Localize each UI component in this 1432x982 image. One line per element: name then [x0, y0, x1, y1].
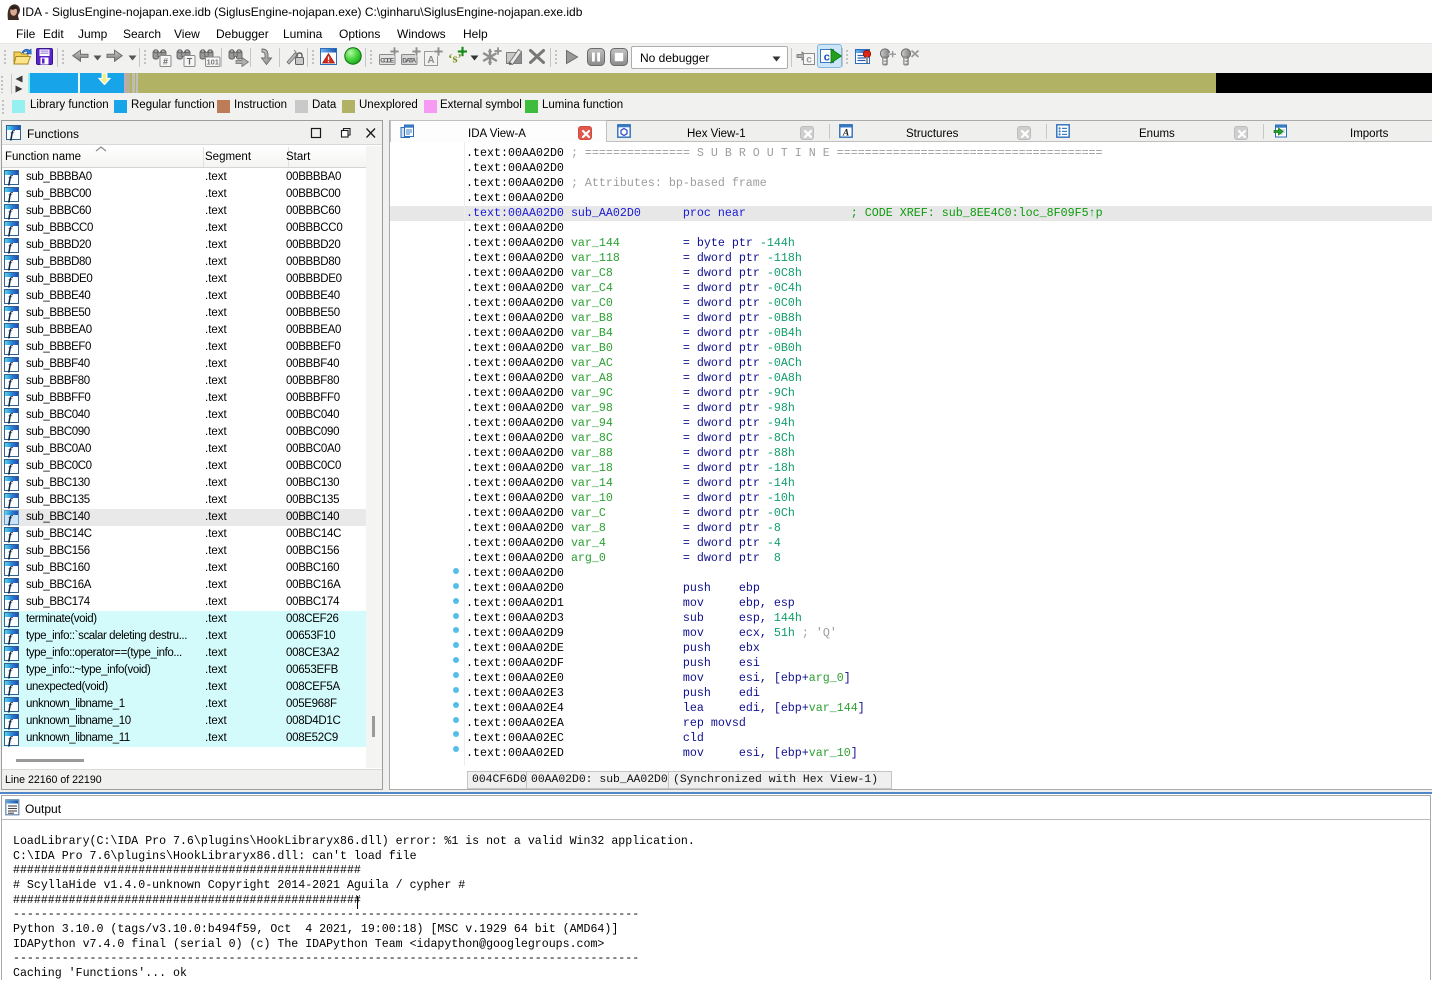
- svg-text:T: T: [187, 56, 193, 66]
- svg-text:#: #: [163, 56, 168, 66]
- svg-text:A: A: [427, 55, 434, 66]
- svg-text:101: 101: [206, 58, 219, 67]
- svg-text:A: A: [842, 129, 849, 139]
- svg-text:c: c: [824, 51, 830, 63]
- svg-text:c: c: [806, 55, 812, 66]
- svg-text:DATA: DATA: [402, 57, 416, 64]
- svg-text:CODE: CODE: [380, 57, 395, 64]
